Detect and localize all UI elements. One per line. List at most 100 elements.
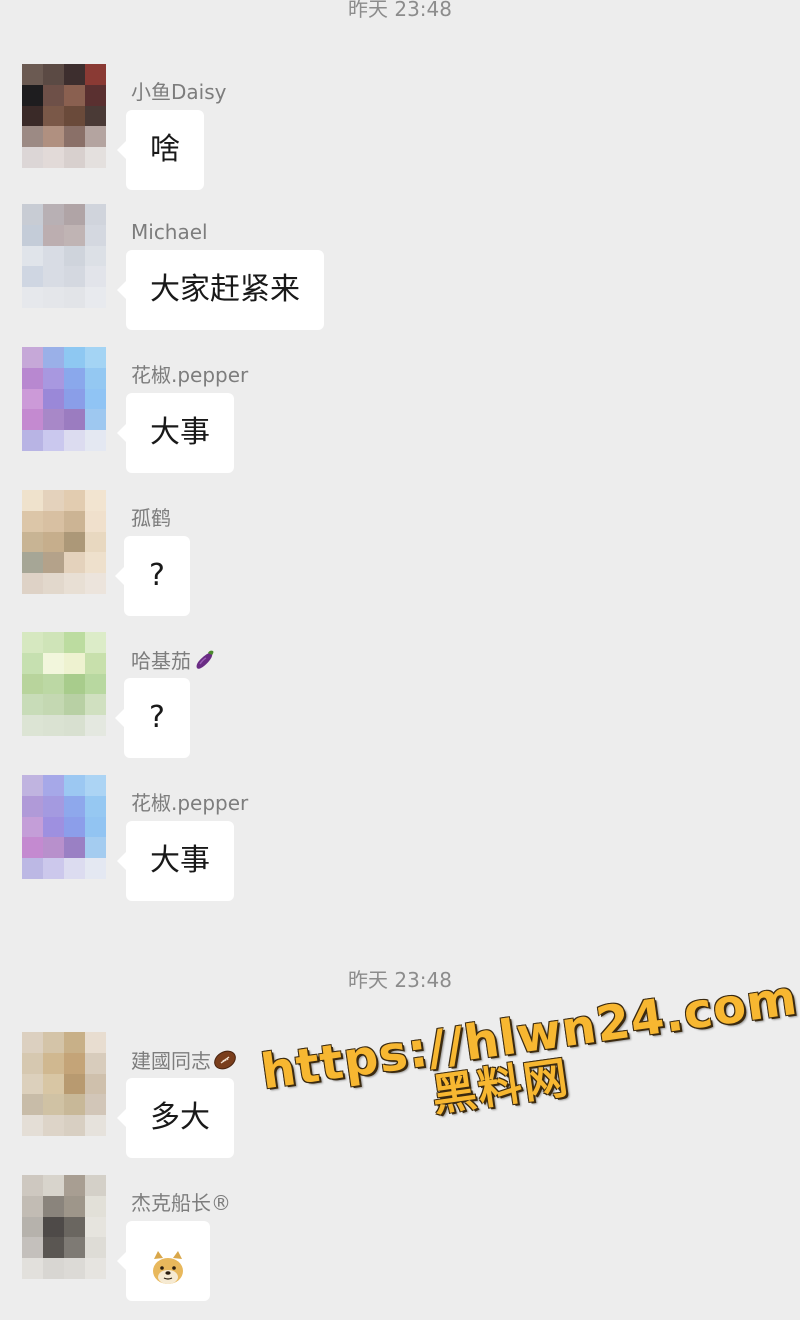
- avatar[interactable]: [22, 64, 106, 168]
- avatar-pixel: [85, 795, 106, 817]
- avatar-pixel: [85, 64, 106, 85]
- avatar-pixel: [43, 858, 64, 879]
- avatar-pixel: [85, 204, 106, 225]
- avatar-pixel: [22, 837, 43, 859]
- message-bubble[interactable]: ?: [115, 678, 190, 758]
- avatar-pixel: [64, 531, 85, 553]
- avatar-pixel: [64, 430, 85, 451]
- avatar-pixel: [64, 858, 85, 879]
- avatar-pixel: [85, 1073, 106, 1095]
- avatar-pixel: [22, 715, 43, 736]
- avatar[interactable]: [22, 775, 106, 879]
- avatar[interactable]: [22, 632, 106, 736]
- avatar-pixel: [85, 837, 106, 859]
- avatar-pixel: [43, 552, 64, 574]
- avatar-pixel: [43, 795, 64, 817]
- avatar[interactable]: [22, 1032, 106, 1136]
- avatar-pixel: [85, 266, 106, 288]
- avatar-pixel: [22, 105, 43, 127]
- avatar[interactable]: [22, 490, 106, 594]
- avatar-pixel: [43, 573, 64, 594]
- avatar-pixel: [85, 84, 106, 106]
- avatar-pixel: [85, 858, 106, 879]
- avatar-pixel: [85, 632, 106, 653]
- avatar-pixel: [64, 84, 85, 106]
- avatar-pixel: [64, 147, 85, 168]
- eggplant-icon: [193, 648, 215, 670]
- avatar-pixel: [64, 1032, 85, 1053]
- doge-emoji-icon: [148, 1240, 188, 1284]
- avatar-pixel: [22, 510, 43, 532]
- avatar-pixel: [22, 409, 43, 431]
- avatar-pixel: [22, 652, 43, 674]
- message-bubble[interactable]: 大事: [117, 393, 234, 473]
- avatar-pixel: [22, 64, 43, 85]
- avatar-pixel: [85, 673, 106, 695]
- avatar-pixel: [64, 1195, 85, 1217]
- avatar-pixel: [64, 510, 85, 532]
- message-bubble[interactable]: 多大: [117, 1078, 234, 1158]
- avatar-pixel: [85, 287, 106, 308]
- avatar-pixel: [22, 204, 43, 225]
- avatar-pixel: [64, 1237, 85, 1259]
- avatar-pixel: [64, 1115, 85, 1136]
- avatar[interactable]: [22, 1175, 106, 1279]
- message-bubble[interactable]: 啥: [117, 110, 204, 190]
- message-bubble[interactable]: ?: [115, 536, 190, 616]
- avatar-pixel: [85, 775, 106, 796]
- avatar-pixel: [43, 673, 64, 695]
- avatar-pixel: [85, 1237, 106, 1259]
- avatar-pixel: [22, 1195, 43, 1217]
- sender-name-text: 哈基茄: [131, 649, 191, 673]
- avatar-pixel: [22, 775, 43, 796]
- rugby-ball-icon: [213, 1048, 236, 1070]
- avatar-pixel: [22, 694, 43, 716]
- message-bubble[interactable]: 大家赶紧来: [117, 250, 324, 330]
- avatar-pixel: [64, 266, 85, 288]
- avatar-pixel: [85, 388, 106, 410]
- avatar-pixel: [64, 367, 85, 389]
- avatar-pixel: [43, 1052, 64, 1074]
- avatar-pixel: [85, 1115, 106, 1136]
- avatar-pixel: [43, 1175, 64, 1196]
- avatar-pixel: [43, 490, 64, 511]
- sender-name-text: 建國同志: [131, 1049, 211, 1073]
- avatar-pixel: [64, 573, 85, 594]
- avatar-pixel: [22, 816, 43, 838]
- avatar-pixel: [43, 1073, 64, 1095]
- avatar[interactable]: [22, 347, 106, 451]
- avatar-pixel: [85, 126, 106, 148]
- avatar-pixel: [22, 388, 43, 410]
- avatar-pixel: [85, 430, 106, 451]
- message-bubble[interactable]: [117, 1221, 210, 1301]
- avatar-pixel: [85, 1094, 106, 1116]
- avatar-pixel: [85, 105, 106, 127]
- avatar-pixel: [85, 1175, 106, 1196]
- avatar-pixel: [85, 1216, 106, 1238]
- chat-area[interactable]: 昨天 23:48 小鱼Daisy 啥 Michael 大家赶紧来 花椒.pepp…: [0, 0, 800, 1316]
- avatar-pixel: [43, 1216, 64, 1238]
- avatar-pixel: [85, 1195, 106, 1217]
- timestamp: 昨天 23:48: [348, 968, 452, 992]
- avatar-pixel: [85, 409, 106, 431]
- avatar-pixel: [85, 1032, 106, 1053]
- avatar-pixel: [43, 388, 64, 410]
- avatar-pixel: [22, 858, 43, 879]
- avatar-pixel: [85, 367, 106, 389]
- avatar-pixel: [43, 531, 64, 553]
- avatar[interactable]: [22, 204, 106, 308]
- message-bubble[interactable]: 大事: [117, 821, 234, 901]
- avatar-pixel: [22, 430, 43, 451]
- avatar-pixel: [43, 287, 64, 308]
- watermark-site: 黑料网: [428, 1052, 573, 1123]
- avatar-pixel: [43, 837, 64, 859]
- avatar-pixel: [22, 224, 43, 246]
- avatar-pixel: [43, 147, 64, 168]
- avatar-pixel: [22, 266, 43, 288]
- avatar-pixel: [85, 816, 106, 838]
- avatar-pixel: [64, 347, 85, 368]
- avatar-pixel: [64, 204, 85, 225]
- avatar-pixel: [64, 1216, 85, 1238]
- avatar-pixel: [22, 147, 43, 168]
- avatar-pixel: [43, 430, 64, 451]
